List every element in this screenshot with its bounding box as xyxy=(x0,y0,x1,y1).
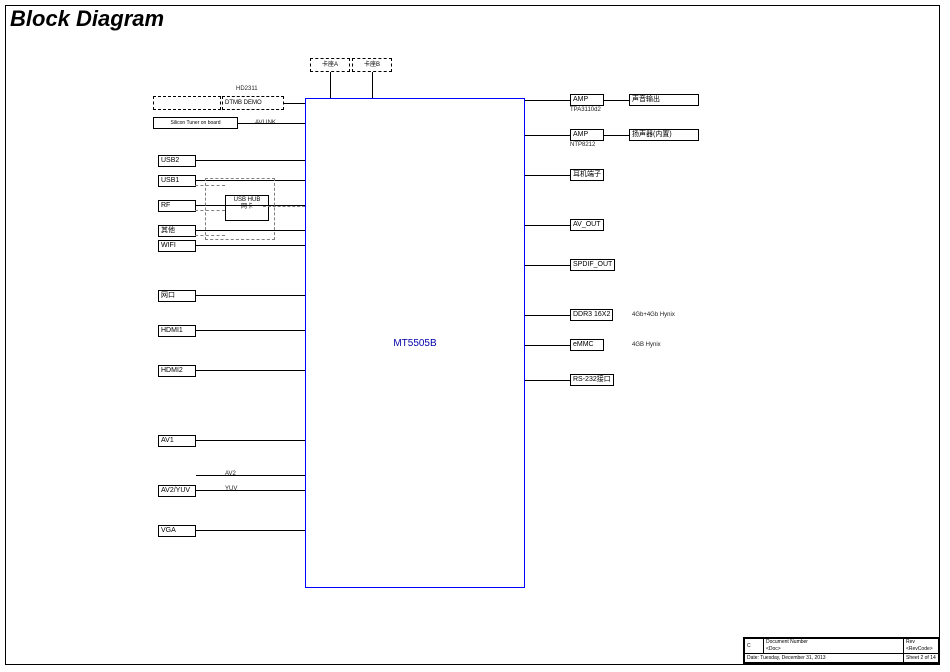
wire-left-usb2 xyxy=(196,160,305,161)
wire-right-amp1-2 xyxy=(604,100,629,101)
dtmb-demo-box: DTMB DEMO xyxy=(222,96,284,110)
wire-left-av1 xyxy=(196,440,305,441)
hd2311-label: HD2311 xyxy=(236,86,258,93)
left-hdmi2-box: HDMI2 xyxy=(158,365,196,377)
right-amp2-box: AMP xyxy=(570,129,604,141)
tb-docnum: <Doc> xyxy=(766,646,781,652)
right-amp1-extra-box: 声音输出 xyxy=(629,94,699,106)
tb-sheet-label: Sheet xyxy=(906,655,919,661)
right-amp1-sub: TPA3110d2 xyxy=(570,107,601,114)
wire-av2-sub-0 xyxy=(196,475,305,476)
left-nand-box: 网口 xyxy=(158,290,196,302)
wire-right-emmc xyxy=(525,345,570,346)
right-emmc-trail: 4GB Hynix xyxy=(632,342,661,349)
tb-size: C xyxy=(745,639,764,654)
wire-left-hdmi2 xyxy=(196,370,305,371)
tuner-label: Silicon Tuner on board xyxy=(170,119,220,127)
wire-right-amp2-2 xyxy=(604,135,629,136)
dash-hub-chip xyxy=(263,206,305,207)
left-wifi-box: WIFI xyxy=(158,240,196,252)
wire-demod-to-chip xyxy=(284,103,305,104)
wire-left-wifi xyxy=(196,245,305,246)
tb-date-label: Date: xyxy=(747,655,759,661)
left-usb1-box: USB1 xyxy=(158,175,196,187)
wire-left-nand xyxy=(196,295,305,296)
title-block: C Document Number <Doc> Rev <RevCode> Da… xyxy=(743,637,940,664)
usb-hub-label: USB HUB 网卡 xyxy=(234,197,261,210)
right-amp2-sub: NTP8212 xyxy=(570,142,595,149)
tb-sheet: 2 of 14 xyxy=(920,655,935,661)
main-chip: MT5505B xyxy=(305,98,525,588)
wire-av2-sub-1 xyxy=(196,490,305,491)
dashed-box-unknown1 xyxy=(153,96,221,110)
wire-right-amp1 xyxy=(525,100,570,101)
wire-tuner-to-chip xyxy=(238,123,305,124)
right-amp2-extra-box: 扬声器(内置) xyxy=(629,129,699,141)
dash-rf-hub xyxy=(195,210,225,211)
dash-usb1-hub xyxy=(195,185,225,186)
right-ddr3-trail: 4Gb+4Gb Hynix xyxy=(632,312,675,319)
right-avout-box: AV_OUT xyxy=(570,219,604,231)
main-chip-label: MT5505B xyxy=(393,338,436,349)
wire-right-ddr3 xyxy=(525,315,570,316)
dash-other-hub xyxy=(195,235,225,236)
wire-right-rs232 xyxy=(525,380,570,381)
wire-right-amp2 xyxy=(525,135,570,136)
top-dashed-box-1: 卡座B xyxy=(352,58,392,72)
right-amp1-box: AMP xyxy=(570,94,604,106)
wire-topbox-0 xyxy=(330,72,331,98)
right-ddr3-box: DDR3 16X2 xyxy=(570,309,613,321)
wire-topbox-1 xyxy=(372,72,373,98)
wire-right-hpout xyxy=(525,175,570,176)
left-vga-box: VGA xyxy=(158,525,196,537)
usb-hub-box: USB HUB 网卡 xyxy=(225,195,269,221)
right-rs232-box: RS-232接口 xyxy=(570,374,614,386)
tb-rev: <RevCode> xyxy=(906,646,933,652)
left-hdmi1-box: HDMI1 xyxy=(158,325,196,337)
dtmb-label: DTMB DEMO xyxy=(225,100,262,107)
page-title: Block Diagram xyxy=(10,6,164,32)
wire-right-avout xyxy=(525,225,570,226)
wire-left-vga xyxy=(196,530,305,531)
right-emmc-box: eMMC xyxy=(570,339,604,351)
tb-rev-label: Rev xyxy=(906,639,915,645)
top-dashed-box-0: 卡座A xyxy=(310,58,350,72)
wire-left-hdmi1 xyxy=(196,330,305,331)
left-rf-box: RF xyxy=(158,200,196,212)
right-hpout-box: 耳机端子 xyxy=(570,169,604,181)
wire-right-spdif xyxy=(525,265,570,266)
left-usb2-box: USB2 xyxy=(158,155,196,167)
left-av1-box: AV1 xyxy=(158,435,196,447)
left-av2yuv-box: AV2/YUV xyxy=(158,485,196,497)
left-other-box: 其他 xyxy=(158,225,196,237)
right-spdif-box: SPDIF_OUT xyxy=(570,259,615,271)
tuner-box: Silicon Tuner on board xyxy=(153,117,238,129)
tb-date: Tuesday, December 31, 2013 xyxy=(760,655,825,661)
tb-docnum-label: Document Number xyxy=(766,639,808,645)
